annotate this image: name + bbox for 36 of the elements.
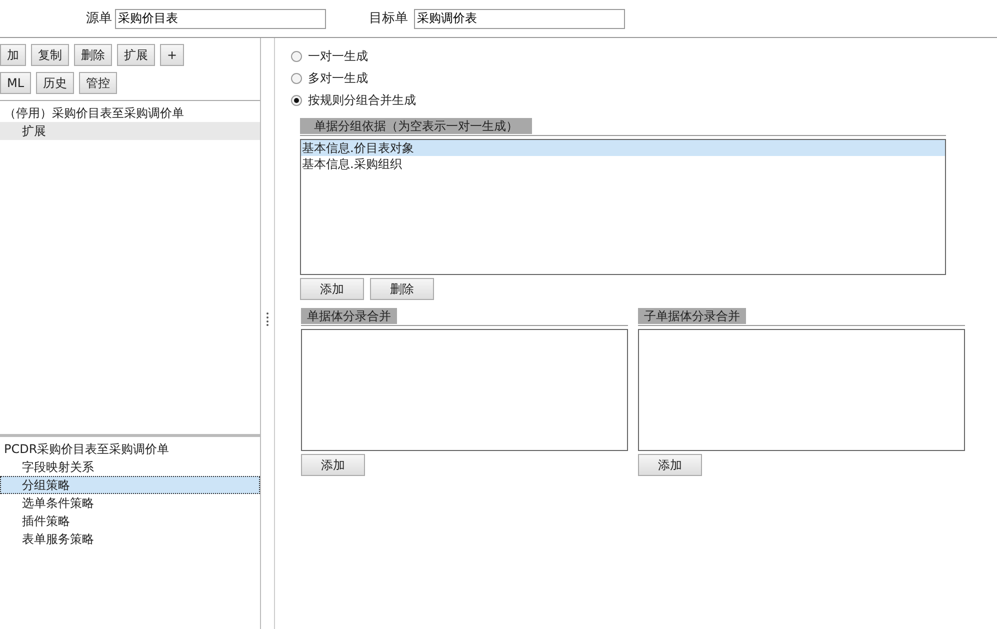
input-field[interactable]: 采购调价表 — [414, 8, 625, 28]
toolbar-button[interactable]: 添加 — [301, 454, 365, 476]
input-field[interactable]: 采购价目表 — [115, 8, 326, 28]
section-title: 单据体分录合并 — [301, 308, 397, 324]
toolbar-button[interactable]: 删除 — [370, 278, 434, 300]
tree-item[interactable]: 表单服务策略 — [0, 530, 260, 548]
toolbar-button[interactable]: 删除 — [74, 44, 112, 66]
tree-item[interactable]: PCDR采购价目表至采购调价单 — [0, 440, 260, 458]
radio-label[interactable]: 一对一生成 — [308, 47, 368, 65]
field-label: 源单 — [86, 10, 112, 28]
splitter-handle-icon[interactable] — [266, 312, 269, 326]
list-item[interactable]: 基本信息.价目表对象 — [301, 140, 945, 156]
list-item[interactable]: 基本信息.采购组织 — [301, 156, 945, 172]
radio-button[interactable] — [291, 72, 302, 84]
tree-item[interactable]: 扩展 — [0, 122, 260, 140]
tree-item[interactable]: 分组策略 — [0, 476, 260, 494]
toolbar-button[interactable]: 扩展 — [117, 44, 155, 66]
radio-label[interactable]: 按规则分组合并生成 — [308, 91, 416, 109]
toolbar-button[interactable]: ML — [0, 72, 32, 94]
section-title: 子单据体分录合并 — [638, 308, 746, 324]
toolbar-button[interactable]: 添加 — [638, 454, 702, 476]
tree-item[interactable]: 字段映射关系 — [0, 458, 260, 476]
section-title: 单据分组依据（为空表示一对一生成） — [300, 118, 532, 134]
radio-button[interactable] — [291, 50, 302, 62]
tree-item[interactable]: （停用）采购价目表至采购调价单 — [0, 104, 260, 122]
tree-item[interactable]: 选单条件策略 — [0, 494, 260, 512]
toolbar-button[interactable]: 添加 — [300, 278, 364, 300]
field-label: 目标单 — [369, 10, 408, 28]
toolbar-button[interactable]: 加 — [0, 44, 26, 66]
toolbar-button[interactable]: 复制 — [31, 44, 69, 66]
radio-button[interactable] — [291, 94, 302, 106]
radio-label[interactable]: 多对一生成 — [308, 69, 368, 87]
toolbar-button[interactable]: 管控 — [79, 72, 118, 94]
toolbar-button[interactable]: 历史 — [36, 72, 74, 94]
tree-item[interactable]: 插件策略 — [0, 512, 260, 530]
toolbar-button[interactable]: + — [160, 44, 184, 66]
